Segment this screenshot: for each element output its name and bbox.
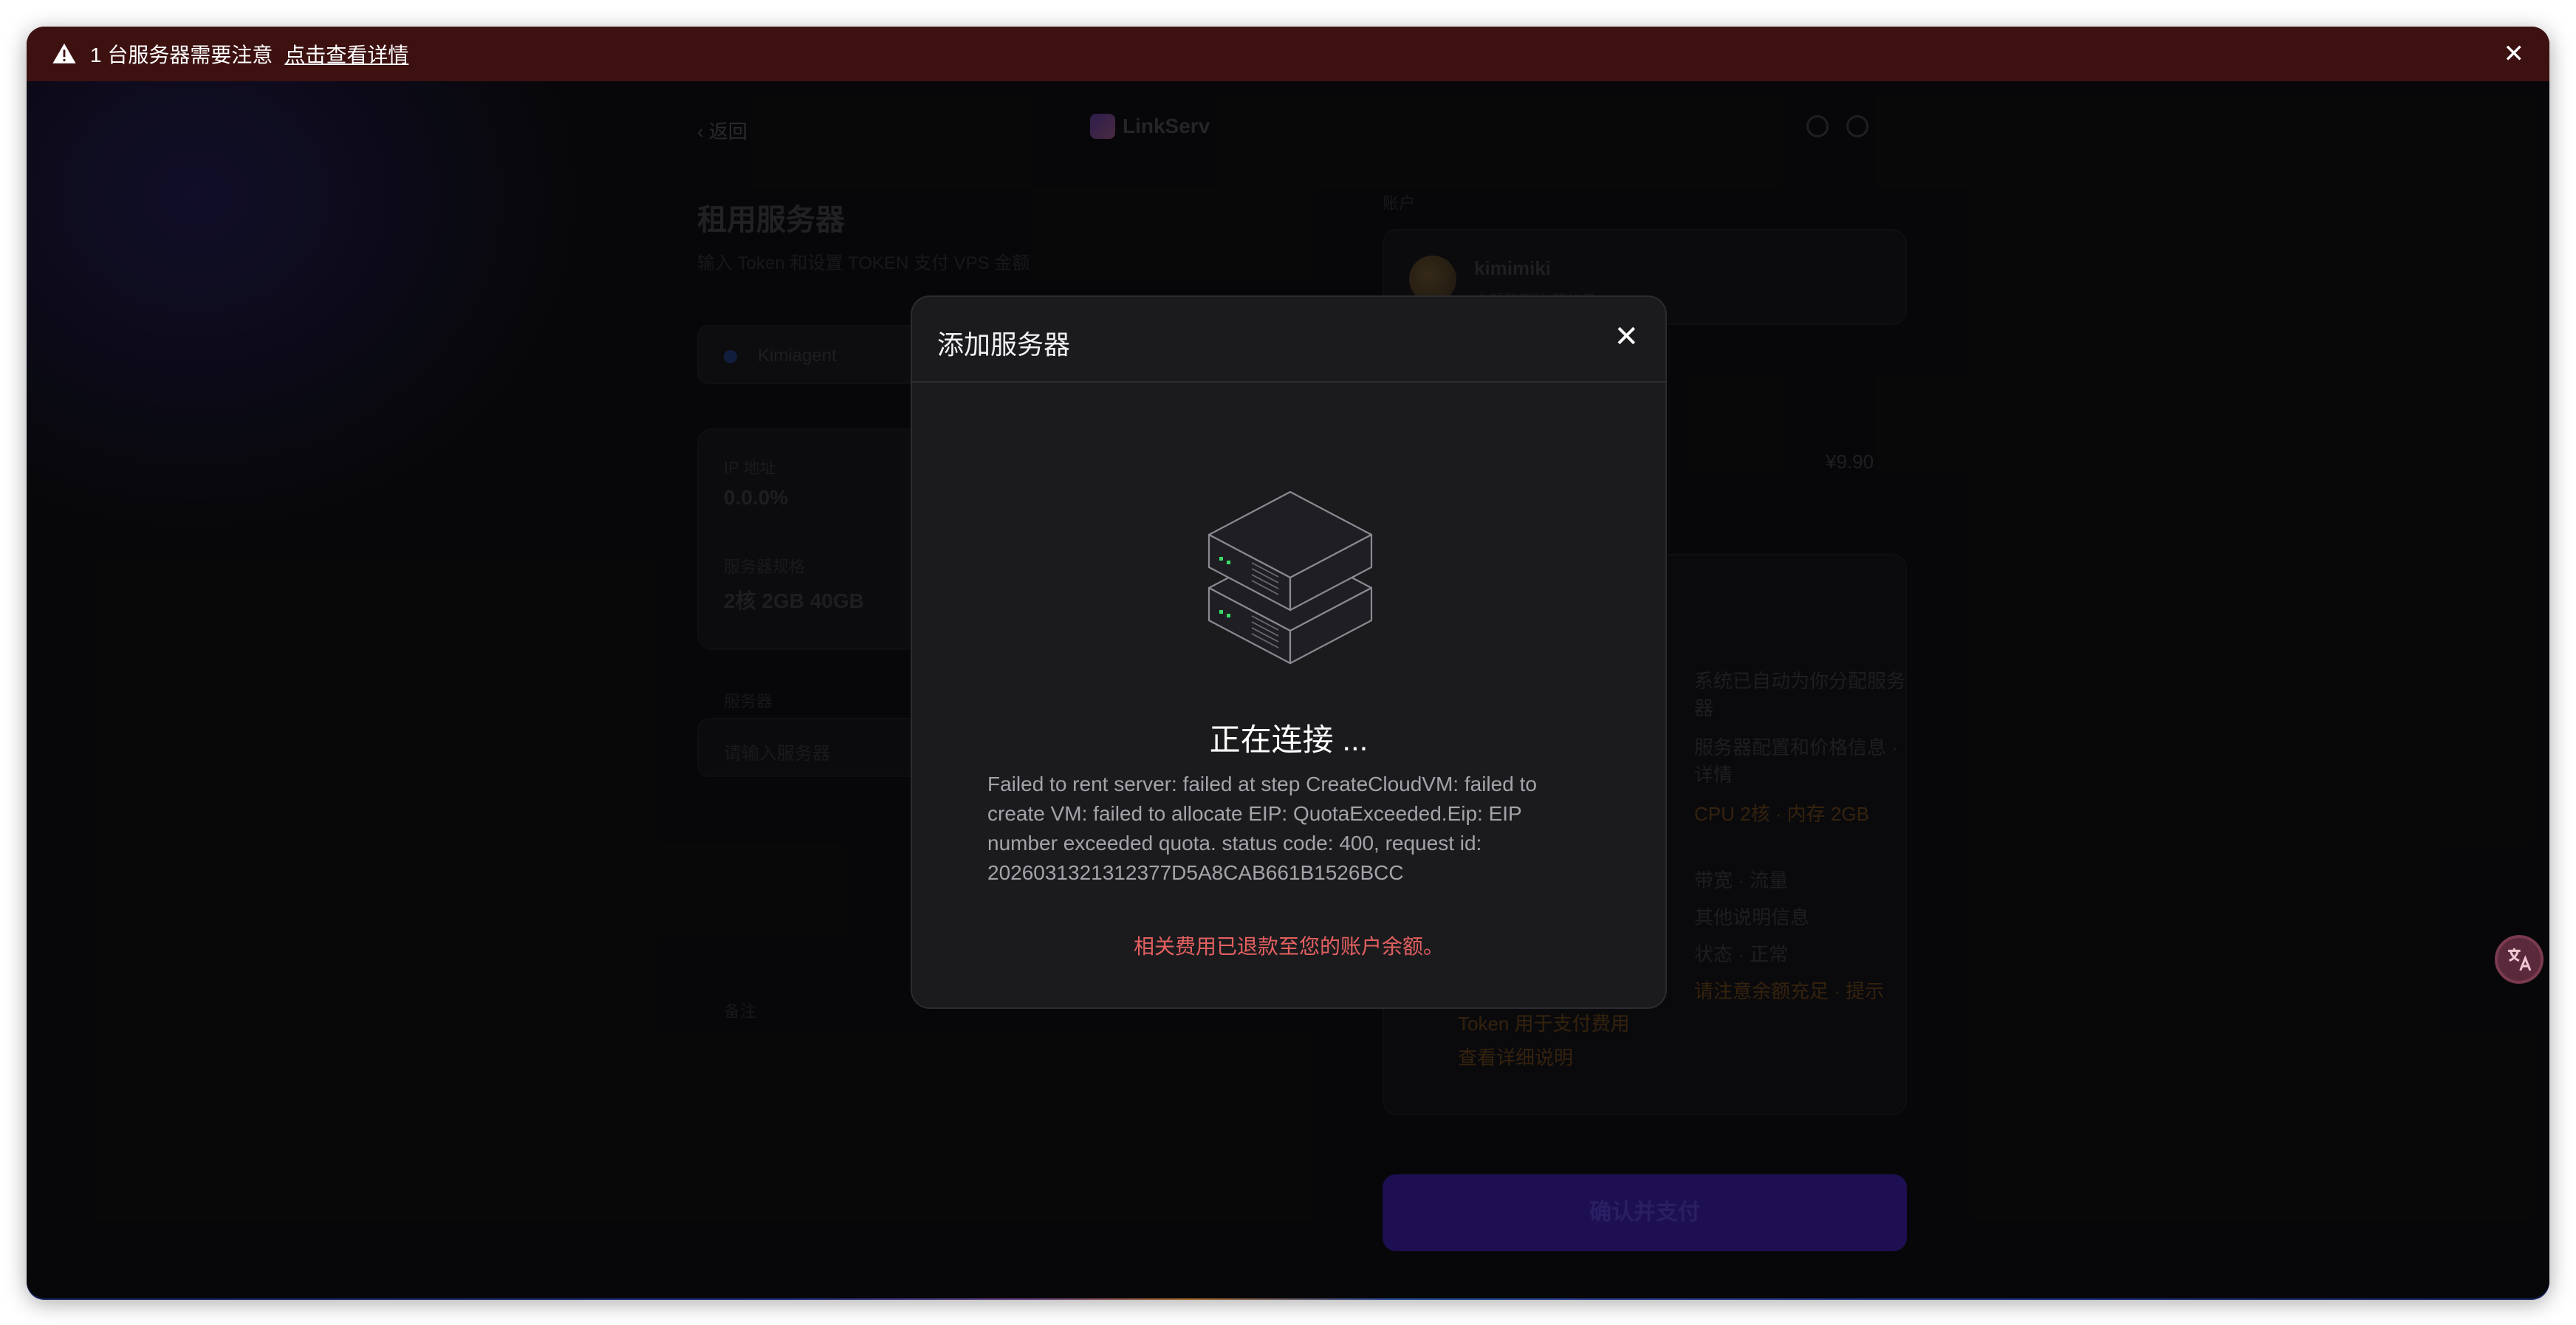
error-message: Failed to rent server: failed at step Cr… — [987, 773, 1537, 884]
alert-message: 1 台服务器需要注意 — [90, 44, 273, 66]
modal-header: 添加服务器 ✕ — [912, 297, 1665, 383]
translate-icon[interactable] — [2495, 935, 2544, 984]
add-server-modal: 添加服务器 ✕ 正在连接 ... Failed to rent server: … — [911, 295, 1667, 1009]
alert-details-link[interactable]: 点击查看详情 — [284, 39, 408, 69]
connection-status: 正在连接 ... — [1209, 722, 1368, 757]
modal-title: 添加服务器 — [937, 329, 1071, 360]
translate-glyph-icon — [2508, 948, 2532, 971]
refund-notice: 相关费用已退款至您的账户余额。 — [1133, 935, 1444, 958]
alert-banner: 1 台服务器需要注意 点击查看详情 ✕ — [27, 27, 2549, 81]
app-window: 1 台服务器需要注意 点击查看详情 ✕ ‹ 返回 LinkServ 租用服务器 … — [27, 27, 2549, 1298]
server-stack-icon — [1208, 490, 1373, 665]
close-icon[interactable]: ✕ — [1614, 322, 1639, 352]
alert-close-icon[interactable]: ✕ — [2504, 41, 2525, 66]
warning-icon — [52, 43, 76, 64]
